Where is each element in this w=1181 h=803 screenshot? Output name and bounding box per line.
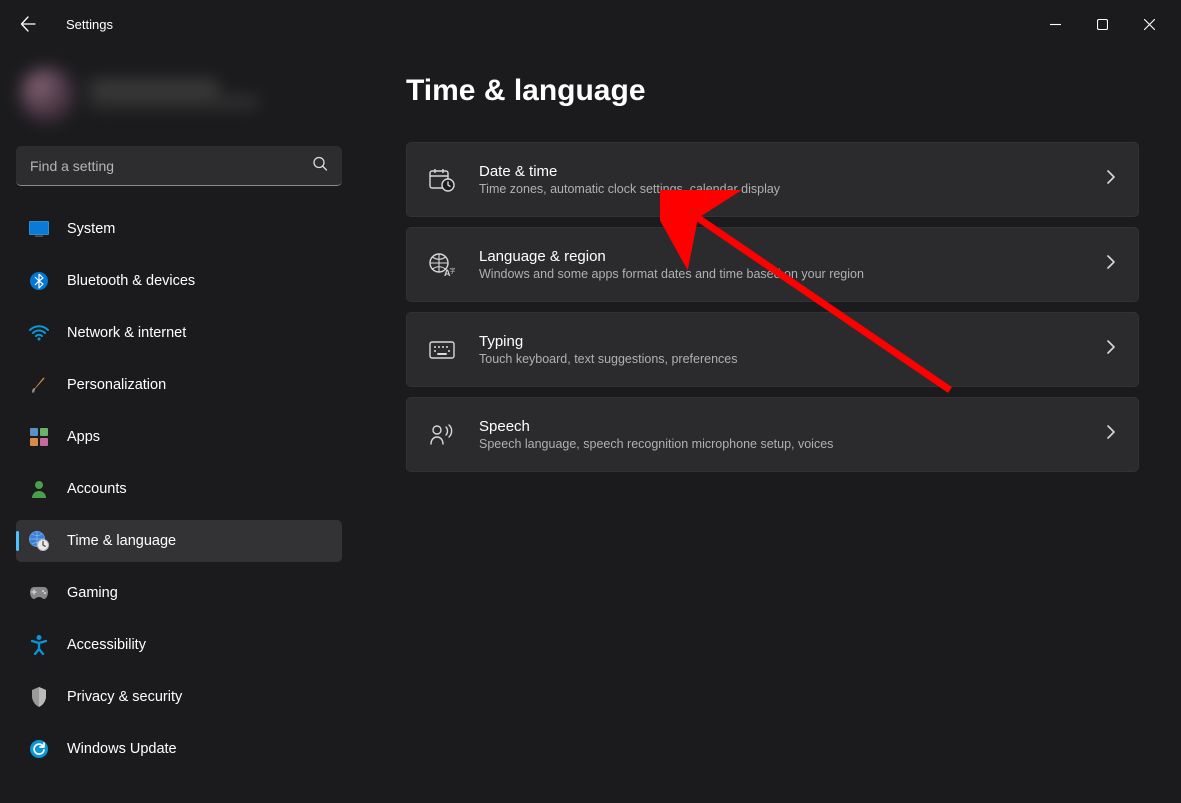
- sidebar-item-apps[interactable]: Apps: [16, 416, 342, 458]
- sidebar-item-time-language[interactable]: Time & language: [16, 520, 342, 562]
- display-icon: [29, 219, 49, 239]
- nav-list: System Bluetooth & devices Network & int…: [16, 208, 342, 778]
- sidebar-item-gaming[interactable]: Gaming: [16, 572, 342, 614]
- card-date-time[interactable]: Date & time Time zones, automatic clock …: [406, 142, 1139, 217]
- sidebar-item-privacy[interactable]: Privacy & security: [16, 676, 342, 718]
- sidebar-item-system[interactable]: System: [16, 208, 342, 250]
- maximize-icon: [1097, 19, 1108, 30]
- page-title: Time & language: [406, 74, 1139, 108]
- sidebar-item-personalization[interactable]: Personalization: [16, 364, 342, 406]
- nav-label: Privacy & security: [67, 689, 182, 705]
- content-area: Time & language Date & time Time zones, …: [358, 48, 1181, 803]
- sidebar-item-accounts[interactable]: Accounts: [16, 468, 342, 510]
- minimize-button[interactable]: [1032, 8, 1079, 40]
- shield-icon: [29, 687, 49, 707]
- chevron-right-icon: [1106, 255, 1116, 274]
- close-icon: [1144, 19, 1155, 30]
- keyboard-icon: [429, 337, 455, 363]
- nav-label: Network & internet: [67, 325, 186, 341]
- card-subtitle: Speech language, speech recognition micr…: [479, 437, 1082, 451]
- accessibility-icon: [29, 635, 49, 655]
- maximize-button[interactable]: [1079, 8, 1126, 40]
- search-icon: [312, 156, 328, 177]
- person-icon: [29, 479, 49, 499]
- bluetooth-icon: [29, 271, 49, 291]
- update-icon: [29, 739, 49, 759]
- arrow-left-icon: [20, 16, 36, 32]
- minimize-icon: [1050, 19, 1061, 30]
- time-globe-icon: [29, 531, 49, 551]
- chevron-right-icon: [1106, 340, 1116, 359]
- paintbrush-icon: [29, 375, 49, 395]
- sidebar-item-windows-update[interactable]: Windows Update: [16, 728, 342, 770]
- calendar-clock-icon: [429, 167, 455, 193]
- chevron-right-icon: [1106, 170, 1116, 189]
- wifi-icon: [29, 323, 49, 343]
- nav-label: Apps: [67, 429, 100, 445]
- svg-text:字: 字: [450, 267, 456, 275]
- sidebar-item-bluetooth[interactable]: Bluetooth & devices: [16, 260, 342, 302]
- card-subtitle: Time zones, automatic clock settings, ca…: [479, 182, 1082, 196]
- apps-icon: [29, 427, 49, 447]
- nav-label: Accessibility: [67, 637, 146, 653]
- speech-icon: [429, 422, 455, 448]
- titlebar: Settings: [0, 0, 1181, 48]
- nav-label: Bluetooth & devices: [67, 273, 195, 289]
- sidebar-item-accessibility[interactable]: Accessibility: [16, 624, 342, 666]
- nav-label: Time & language: [67, 533, 176, 549]
- globe-language-icon: A字: [429, 252, 455, 278]
- sidebar-item-network[interactable]: Network & internet: [16, 312, 342, 354]
- nav-label: System: [67, 221, 115, 237]
- card-typing[interactable]: Typing Touch keyboard, text suggestions,…: [406, 312, 1139, 387]
- nav-label: Windows Update: [67, 741, 177, 757]
- search-container: [16, 146, 342, 186]
- sidebar: System Bluetooth & devices Network & int…: [0, 48, 358, 803]
- gamepad-icon: [29, 583, 49, 603]
- search-input[interactable]: [16, 146, 342, 186]
- nav-label: Personalization: [67, 377, 166, 393]
- nav-label: Accounts: [67, 481, 127, 497]
- user-profile[interactable]: [16, 56, 342, 132]
- card-title: Language & region: [479, 248, 1082, 265]
- card-title: Date & time: [479, 163, 1082, 180]
- card-language-region[interactable]: A字 Language & region Windows and some ap…: [406, 227, 1139, 302]
- card-subtitle: Touch keyboard, text suggestions, prefer…: [479, 352, 1082, 366]
- avatar: [20, 67, 75, 122]
- back-button[interactable]: [8, 4, 48, 44]
- close-button[interactable]: [1126, 8, 1173, 40]
- card-title: Typing: [479, 333, 1082, 350]
- nav-label: Gaming: [67, 585, 118, 601]
- card-subtitle: Windows and some apps format dates and t…: [479, 267, 1082, 281]
- profile-email: [89, 96, 259, 108]
- profile-name: [89, 80, 219, 94]
- chevron-right-icon: [1106, 425, 1116, 444]
- card-title: Speech: [479, 418, 1082, 435]
- window-title: Settings: [66, 17, 113, 32]
- card-speech[interactable]: Speech Speech language, speech recogniti…: [406, 397, 1139, 472]
